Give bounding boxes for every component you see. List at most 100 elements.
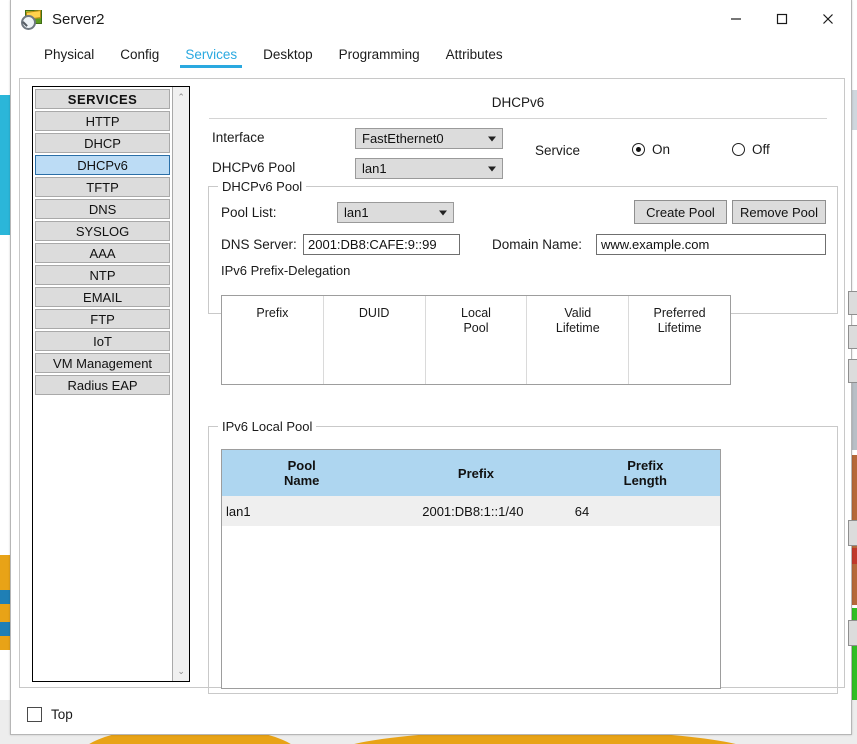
service-on-radio[interactable]: On xyxy=(632,142,670,157)
services-list: SERVICES HTTP DHCP DHCPv6 TFTP DNS SYSLO… xyxy=(33,87,172,681)
column-pool-name: Pool Name xyxy=(222,458,381,488)
tab-desktop[interactable]: Desktop xyxy=(250,47,326,70)
domain-name-input[interactable]: www.example.com xyxy=(596,234,826,255)
sidebar-item-http[interactable]: HTTP xyxy=(35,111,171,131)
service-label: Service xyxy=(535,143,581,158)
sidebar-scrollbar[interactable]: ⌃ ⌄ xyxy=(172,87,189,681)
create-pool-button[interactable]: Create Pool xyxy=(634,200,727,224)
sidebar-item-dhcp[interactable]: DHCP xyxy=(35,133,171,153)
scroll-up-icon[interactable]: ⌃ xyxy=(173,89,189,105)
background-strip-blue-b xyxy=(0,622,10,636)
interface-value: FastEthernet0 xyxy=(362,131,444,146)
server-magnifier-icon xyxy=(21,9,43,30)
cell-prefix: 2001:DB8:1::1/40 xyxy=(422,503,524,519)
tab-programming[interactable]: Programming xyxy=(326,47,433,70)
sidebar-item-ntp[interactable]: NTP xyxy=(35,265,171,285)
prefix-delegation-label: IPv6 Prefix-Delegation xyxy=(221,263,351,278)
column-pool-name-line1: Pool xyxy=(287,458,316,473)
close-icon[interactable] xyxy=(805,0,851,38)
cell-prefix-length: 64 xyxy=(574,503,590,519)
radio-on-indicator xyxy=(632,143,645,156)
sidebar-item-aaa[interactable]: AAA xyxy=(35,243,171,263)
sidebar-item-email[interactable]: EMAIL xyxy=(35,287,171,307)
title-bar: Server2 xyxy=(11,0,851,38)
pool-list-value: lan1 xyxy=(344,205,369,220)
ipv6-local-pool-table[interactable]: Pool Name Prefix Prefix Length lan1 2001… xyxy=(221,449,721,689)
interface-label: Interface xyxy=(212,130,265,145)
tab-physical[interactable]: Physical xyxy=(31,47,107,70)
pd-column-valid-line1: Valid xyxy=(564,306,592,320)
pool-list-label: Pool List: xyxy=(221,205,277,220)
sidebar-item-syslog[interactable]: SYSLOG xyxy=(35,221,171,241)
column-prefix-length-line1: Prefix xyxy=(627,458,664,473)
sidebar-item-radius-eap[interactable]: Radius EAP xyxy=(35,375,171,395)
services-sidebar: SERVICES HTTP DHCP DHCPv6 TFTP DNS SYSLO… xyxy=(32,86,190,682)
table-row[interactable]: lan1 2001:DB8:1::1/40 64 xyxy=(222,496,720,526)
chevron-down-icon xyxy=(488,136,496,141)
window-title: Server2 xyxy=(52,10,105,28)
sidebar-item-vm-management[interactable]: VM Management xyxy=(35,353,171,373)
scroll-down-icon[interactable]: ⌄ xyxy=(173,663,189,679)
chevron-down-icon xyxy=(488,166,496,171)
dns-server-input[interactable]: 2001:DB8:CAFE:9::99 xyxy=(303,234,460,255)
prefix-delegation-table[interactable]: Prefix DUID Local Pool Valid Lifetime Pr… xyxy=(221,295,731,385)
screen-root: Server2 Physical Config Services Desktop… xyxy=(0,0,857,744)
top-checkbox[interactable] xyxy=(27,706,42,722)
domain-name-label: Domain Name: xyxy=(492,237,583,252)
sidebar-header-services: SERVICES xyxy=(35,89,171,109)
dhcpv6-pool-group: DHCPv6 Pool Pool List: lan1 Create Pool … xyxy=(208,179,838,385)
local-pool-edit-button[interactable]: Edit xyxy=(848,620,857,646)
column-prefix: Prefix xyxy=(457,465,495,481)
column-pool-name-line2: Name xyxy=(283,473,320,488)
ipv6-local-pool-group: IPv6 Local Pool Pool Name Prefix Prefix … xyxy=(208,419,838,694)
bottom-bar: Top xyxy=(19,700,845,728)
interface-select[interactable]: FastEthernet0 xyxy=(355,128,503,149)
service-off-radio[interactable]: Off xyxy=(732,142,770,157)
services-body: SERVICES HTTP DHCP DHCPv6 TFTP DNS SYSLO… xyxy=(19,78,857,694)
pd-column-valid-line2: Lifetime xyxy=(555,321,600,335)
minimize-icon[interactable] xyxy=(713,0,759,38)
dhcpv6-pool-label: DHCPv6 Pool xyxy=(212,160,296,175)
pd-column-preferred-lifetime: Preferred Lifetime xyxy=(629,296,730,384)
pd-column-duid: DUID xyxy=(324,296,426,384)
column-prefix-length: Prefix Length xyxy=(571,458,720,488)
pd-column-local-pool: Local Pool xyxy=(426,296,528,384)
pd-column-preferred-line1: Preferred xyxy=(653,306,706,320)
dhcpv6-pool-group-legend: DHCPv6 Pool xyxy=(218,179,307,194)
radio-off-indicator xyxy=(732,143,745,156)
dns-server-label: DNS Server: xyxy=(221,237,297,252)
pd-column-preferred-line2: Lifetime xyxy=(657,321,702,335)
sidebar-item-dhcpv6[interactable]: DHCPv6 xyxy=(35,155,171,175)
remove-pool-button[interactable]: Remove Pool xyxy=(732,200,826,224)
sidebar-item-dns[interactable]: DNS xyxy=(35,199,171,219)
tab-config[interactable]: Config xyxy=(107,47,172,70)
cell-pool-name: lan1 xyxy=(226,503,251,519)
tab-services[interactable]: Services xyxy=(172,47,250,70)
window-controls xyxy=(713,0,851,38)
sidebar-item-tftp[interactable]: TFTP xyxy=(35,177,171,197)
dhcpv6-pool-select[interactable]: lan1 xyxy=(355,158,503,179)
device-window: Server2 Physical Config Services Desktop… xyxy=(10,0,857,735)
sidebar-item-iot[interactable]: IoT xyxy=(35,331,171,351)
table-header-row: Pool Name Prefix Prefix Length xyxy=(222,450,720,496)
pool-list-select[interactable]: lan1 xyxy=(337,202,454,223)
pd-create-button[interactable]: Create xyxy=(848,291,857,315)
top-checkbox-label: Top xyxy=(51,706,73,722)
pd-column-prefix: Prefix xyxy=(222,296,324,384)
pd-column-local-pool-line2: Pool xyxy=(463,321,489,335)
background-strip-blue-a xyxy=(0,590,10,604)
maximize-icon[interactable] xyxy=(759,0,805,38)
tab-bar: Physical Config Services Desktop Program… xyxy=(11,38,851,70)
tab-attributes[interactable]: Attributes xyxy=(433,47,516,70)
title-divider xyxy=(209,118,827,119)
pd-column-local-pool-line1: Local xyxy=(461,306,491,320)
page-title: DHCPv6 xyxy=(491,95,545,110)
sidebar-item-ftp[interactable]: FTP xyxy=(35,309,171,329)
ipv6-local-pool-legend: IPv6 Local Pool xyxy=(218,419,317,434)
pd-edit-button[interactable]: Edit xyxy=(848,325,857,349)
pd-remove-button[interactable]: Remove xyxy=(848,359,857,383)
dhcpv6-pool-value: lan1 xyxy=(362,161,387,176)
pd-column-valid-lifetime: Valid Lifetime xyxy=(527,296,630,384)
chevron-down-icon xyxy=(439,210,447,215)
local-pool-create-button[interactable]: Create xyxy=(848,520,857,546)
